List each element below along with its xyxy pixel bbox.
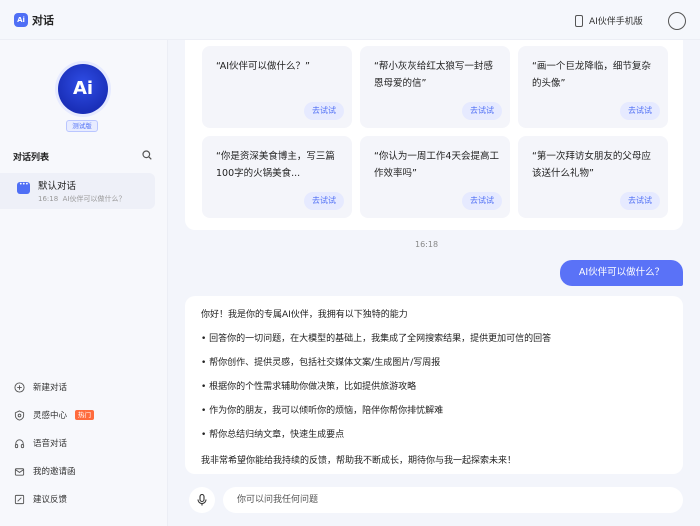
suggestion-card[interactable]: “你是资深美食博主，写三篇100字的火锅美食... 去试试 (202, 136, 352, 218)
try-button[interactable]: 去试试 (462, 192, 502, 210)
sidebar-item-inspiration[interactable]: 灵感中心 热门 (14, 408, 154, 422)
envelope-icon (14, 467, 25, 476)
beta-badge: 测试版 (66, 120, 98, 132)
input-bar (185, 485, 683, 515)
sidebar-item-new-chat[interactable]: 新建对话 (14, 380, 154, 394)
user-message: AI伙伴可以做什么？ (560, 260, 683, 286)
sidebar-item-label: 灵感中心 (33, 411, 68, 421)
try-button[interactable]: 去试试 (462, 102, 502, 120)
try-button[interactable]: 去试试 (304, 102, 344, 120)
suggestion-card[interactable]: “你认为一周工作4天会提高工作效率吗” 去试试 (360, 136, 510, 218)
suggestion-text: “你认为一周工作4天会提高工作效率吗” (374, 151, 499, 179)
hot-badge: 热门 (75, 410, 95, 420)
conversation-title: 默认对话 (38, 181, 77, 192)
suggestion-text: “帮小灰灰给红太狼写一封感恩母爱的信” (374, 61, 493, 89)
conversation-list-title: 对话列表 (13, 153, 50, 163)
sidebar-item-label: 语音对话 (33, 439, 68, 449)
sidebar-item-label: 新建对话 (33, 383, 68, 393)
bot-message-line: • 回答你的一切问题，在大模型的基础上，我集成了全网搜索结果，提供更加可信的回答 (201, 334, 552, 344)
microphone-button[interactable] (189, 487, 215, 513)
microphone-icon (197, 494, 207, 506)
bot-message-line: • 帮你创作、提供灵感，包括社交媒体文案/生成图片/写周报 (201, 358, 441, 368)
suggestion-card[interactable]: “画一个巨龙降临，细节复杂的头像” 去试试 (518, 46, 668, 128)
bot-message: 你好！我是你的专属AI伙伴，我拥有以下独特的能力 • 回答你的一切问题，在大模型… (185, 296, 683, 474)
try-button[interactable]: 去试试 (620, 102, 660, 120)
shield-icon (14, 409, 25, 421)
bot-message-line: 你好！我是你的专属AI伙伴，我拥有以下独特的能力 (201, 310, 408, 320)
chat-timestamp: 16:18 (415, 240, 439, 249)
chat-input[interactable] (223, 487, 683, 513)
sidebar-item-label: 我的邀请函 (33, 467, 76, 477)
bot-message-line: • 作为你的朋友，我可以倾听你的烦恼，陪伴你帮你排忧解难 (201, 406, 444, 416)
phone-icon (575, 14, 583, 27)
sidebar-item-voice-chat[interactable]: 语音对话 (14, 436, 154, 450)
edit-icon (14, 494, 25, 504)
suggestion-text: “AI伙伴可以做什么？” (216, 61, 310, 72)
suggestion-card[interactable]: “第一次拜访女朋友的父母应该送什么礼物” 去试试 (518, 136, 668, 218)
try-button[interactable]: 去试试 (620, 192, 660, 210)
mobile-version-link[interactable]: AI伙伴手机版 (575, 14, 643, 27)
sidebar: Ai 测试版 对话列表 默认对话 16:18 AI伙伴可以做什么？ 新建对话 灵… (0, 40, 168, 526)
bot-message-line: • 帮你总结归纳文章，快速生成要点 (201, 430, 345, 440)
conversation-meta: 16:18 AI伙伴可以做什么？ (38, 194, 126, 204)
suggestion-text: “画一个巨龙降临，细节复杂的头像” (532, 61, 651, 89)
top-bar: Ai 对话 AI伙伴手机版 (0, 0, 700, 40)
try-button[interactable]: 去试试 (304, 192, 344, 210)
suggestion-card[interactable]: “AI伙伴可以做什么？” 去试试 (202, 46, 352, 128)
app-logo: Ai (14, 13, 28, 27)
bot-message-line: 我非常希望你能给我持续的反馈，帮助我不断成长，期待你与我一起探索未来！ (201, 456, 517, 466)
conversation-time: 16:18 (38, 195, 59, 203)
sidebar-item-label: 建议反馈 (33, 495, 68, 505)
suggestion-panel: “AI伙伴可以做什么？” 去试试 “帮小灰灰给红太狼写一封感恩母爱的信” 去试试… (185, 40, 683, 230)
conversation-item[interactable]: 默认对话 16:18 AI伙伴可以做什么？ (0, 173, 155, 209)
avatar[interactable] (668, 12, 686, 30)
search-icon[interactable] (142, 150, 152, 160)
bot-message-line: • 根据你的个性需求辅助你做决策，比如提供旅游攻略 (201, 382, 417, 392)
suggestion-card[interactable]: “帮小灰灰给红太狼写一封感恩母爱的信” 去试试 (360, 46, 510, 128)
suggestion-text: “第一次拜访女朋友的父母应该送什么礼物” (532, 151, 651, 179)
plus-circle-icon (14, 381, 25, 393)
bot-logo: Ai (58, 64, 108, 114)
page-title: 对话 (32, 14, 54, 27)
mobile-version-label: AI伙伴手机版 (589, 17, 643, 27)
conversation-preview: AI伙伴可以做什么？ (62, 195, 126, 203)
headphones-icon (14, 438, 25, 448)
sidebar-item-invitations[interactable]: 我的邀请函 (14, 464, 154, 478)
sidebar-item-feedback[interactable]: 建议反馈 (14, 492, 154, 506)
suggestion-text: “你是资深美食博主，写三篇100字的火锅美食... (216, 151, 335, 179)
chat-icon (17, 181, 30, 194)
